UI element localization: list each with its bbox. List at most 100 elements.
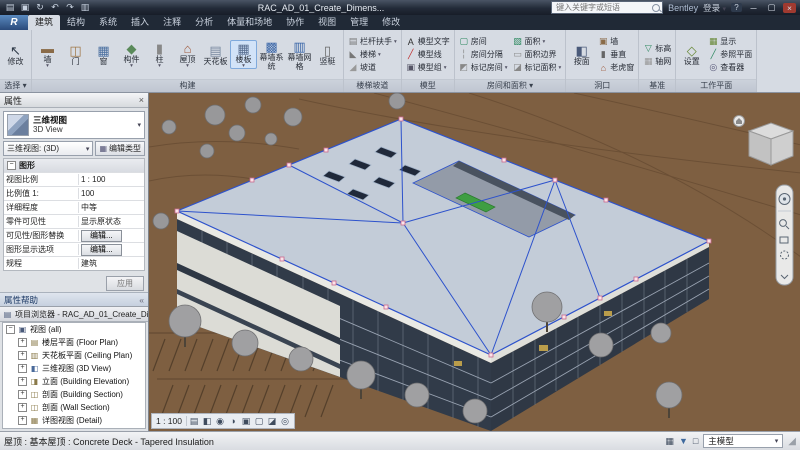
tool-wall-opening[interactable]: ▣墙 — [596, 35, 636, 48]
collapse-icon[interactable]: − — [7, 161, 16, 170]
tree-item-8[interactable]: +▧面积平面 (Gross Building) — [3, 427, 145, 429]
close-button[interactable]: × — [783, 3, 796, 13]
resize-grip-icon[interactable]: ◢ — [788, 436, 796, 447]
type-selector[interactable]: 三维视图 3D View ▾ — [3, 111, 145, 139]
edit-type-button[interactable]: ▦ 编辑类型 — [95, 141, 145, 156]
tree-item-1[interactable]: +▤楼层平面 (Floor Plan) — [3, 336, 145, 349]
open-icon[interactable]: ▤ — [4, 1, 16, 14]
sun-path-icon[interactable]: ◉ — [214, 416, 226, 427]
design-option-dropdown[interactable]: 主模型 ▾ — [703, 434, 783, 448]
tool-tag-room[interactable]: ◩标记房间▾ — [457, 61, 510, 74]
tool-curtain-system[interactable]: ▩幕墙系统 — [258, 38, 285, 71]
tool-stair[interactable]: ◣楼梯▾ — [346, 48, 399, 61]
property-value[interactable]: 建筑 — [79, 258, 144, 269]
tree-item-2[interactable]: +▥天花板平面 (Ceiling Plan) — [3, 349, 145, 362]
expand-icon[interactable]: + — [18, 351, 27, 360]
tool-model-line[interactable]: ╱模型线 — [404, 48, 452, 61]
tool-roof[interactable]: ⌂屋顶▾ — [174, 40, 201, 70]
tab-协作[interactable]: 协作 — [279, 15, 311, 30]
instance-selector-dropdown[interactable]: 三维视图: (3D) ▾ — [3, 141, 93, 156]
apply-button[interactable]: 应用 — [106, 276, 144, 291]
signin-button[interactable]: 登录 ▾ — [703, 2, 726, 14]
redo-icon[interactable]: ↷ — [64, 1, 76, 14]
tool-curtain-grid[interactable]: ▥幕墙网格 — [286, 38, 313, 71]
reveal-hidden-icon[interactable]: ◎ — [279, 416, 291, 427]
help-button[interactable]: ? — [731, 3, 742, 12]
tab-分析[interactable]: 分析 — [188, 15, 220, 30]
tool-ramp[interactable]: ◢坡道 — [346, 61, 399, 74]
tool-ref-plane[interactable]: ╱参照平面 — [706, 48, 754, 61]
crop-view-icon[interactable]: ▣ — [240, 416, 252, 427]
chevron-down-icon[interactable]: ▾ — [137, 121, 141, 129]
maximize-button[interactable]: ▢ — [765, 2, 778, 13]
print-icon[interactable]: ▥ — [79, 1, 91, 14]
expand-icon[interactable]: + — [18, 416, 27, 425]
close-icon[interactable]: × — [139, 95, 144, 105]
select-toggle-icon[interactable]: □ — [693, 436, 698, 446]
property-value[interactable]: 显示原状态 — [79, 216, 144, 227]
tool-floor[interactable]: ▦楼板▾ — [230, 40, 257, 70]
tab-系统[interactable]: 系统 — [92, 15, 124, 30]
undo-icon[interactable]: ↶ — [49, 1, 61, 14]
tool-wall[interactable]: ▬墙▾ — [34, 40, 61, 70]
tool-dormer[interactable]: ⌂老虎窗 — [596, 61, 636, 74]
expand-icon[interactable]: + — [18, 364, 27, 373]
filter-icon[interactable]: ▼ — [679, 436, 688, 446]
tool-model-group[interactable]: ▣模型组▾ — [404, 61, 452, 74]
detail-level-icon[interactable]: ▤ — [188, 416, 200, 427]
property-value[interactable]: 100 — [79, 189, 144, 198]
worksets-icon[interactable]: ▦ — [665, 436, 674, 447]
save-icon[interactable]: ▣ — [19, 1, 31, 14]
tool-window[interactable]: ▦窗 — [90, 42, 117, 67]
tree-item-0[interactable]: −▣视图 (all) — [3, 323, 145, 336]
property-value[interactable]: 中等 — [79, 202, 144, 213]
sync-icon[interactable]: ↻ — [34, 1, 46, 14]
edit-button[interactable]: 编辑... — [81, 244, 122, 256]
tab-建筑[interactable]: 建筑 — [28, 15, 60, 30]
tab-插入[interactable]: 插入 — [124, 15, 156, 30]
minimize-button[interactable]: ─ — [747, 3, 760, 13]
expand-icon[interactable]: + — [18, 377, 27, 386]
crop-region-icon[interactable]: ▢ — [253, 416, 265, 427]
tool-component[interactable]: ◆构件▾ — [118, 40, 145, 70]
tree-item-4[interactable]: +◨立面 (Building Elevation) — [3, 375, 145, 388]
tree-item-7[interactable]: +▦详图视图 (Detail) — [3, 414, 145, 427]
tool-viewer[interactable]: ◎查看器 — [706, 61, 754, 74]
view-scale-button[interactable]: 1 : 100 — [155, 416, 187, 426]
tool-tag-area[interactable]: ◪标记面积▾ — [511, 61, 564, 74]
expand-icon[interactable]: + — [18, 390, 27, 399]
tool-room-separator[interactable]: ╎房间分隔 — [457, 48, 510, 61]
collapse-icon[interactable]: − — [6, 325, 15, 334]
tool-modify-cursor[interactable]: ↖修改 — [2, 42, 29, 67]
tool-vertical-opening[interactable]: ▮垂直 — [596, 48, 636, 61]
expand-icon[interactable]: + — [18, 403, 27, 412]
group-header-graphics[interactable]: − 图形 — [4, 159, 144, 172]
tab-视图[interactable]: 视图 — [311, 15, 343, 30]
tab-体量和场地[interactable]: 体量和场地 — [220, 15, 279, 30]
visual-style-icon[interactable]: ◧ — [201, 416, 213, 427]
tool-area[interactable]: ▧面积▾ — [511, 35, 564, 48]
tool-room[interactable]: ▢房间 — [457, 35, 510, 48]
tab-注释[interactable]: 注释 — [156, 15, 188, 30]
temporary-hide-icon[interactable]: ◪ — [266, 416, 278, 427]
properties-help-bar[interactable]: 属性帮助 « — [0, 292, 148, 306]
edit-button[interactable]: 编辑... — [81, 230, 122, 242]
tool-show-workplane[interactable]: ▦显示 — [706, 35, 754, 48]
tool-model-text[interactable]: A模型文字 — [404, 35, 452, 48]
tool-set-workplane[interactable]: ◇设置 — [678, 42, 705, 67]
tool-door[interactable]: ◫门 — [62, 42, 89, 67]
tool-opening-by-face[interactable]: ◧按面 — [568, 42, 595, 67]
property-value[interactable]: 1 : 100 — [79, 175, 144, 184]
tree-item-5[interactable]: +◫剖面 (Building Section) — [3, 388, 145, 401]
tab-管理[interactable]: 管理 — [343, 15, 375, 30]
tool-column[interactable]: ▮柱▾ — [146, 40, 173, 70]
tool-area-boundary[interactable]: ▭面积边界 — [511, 48, 564, 61]
search-icon[interactable] — [652, 4, 660, 12]
tab-结构[interactable]: 结构 — [60, 15, 92, 30]
tool-ceiling[interactable]: ▤天花板 — [202, 42, 229, 67]
application-menu-button[interactable]: R — [0, 15, 28, 30]
tool-railing[interactable]: ▤栏杆扶手▾ — [346, 35, 399, 48]
search-box[interactable] — [551, 1, 663, 14]
navigation-bar[interactable] — [776, 185, 793, 285]
drawing-area[interactable]: 1 : 100 ▤◧◉◑▣▢◪◎ — [149, 93, 800, 431]
